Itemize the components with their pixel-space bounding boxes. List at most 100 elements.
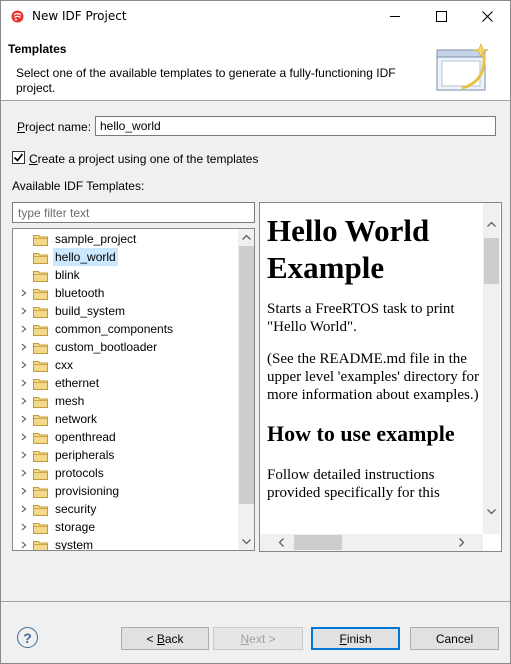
folder-icon xyxy=(33,251,49,264)
next-button-label: Next > xyxy=(240,631,276,646)
folder-icon xyxy=(33,395,49,408)
tree-item-hello-world[interactable]: hello_world xyxy=(13,248,238,266)
folder-icon xyxy=(33,359,49,372)
tree-item-peripherals[interactable]: peripherals xyxy=(13,446,238,464)
folder-icon xyxy=(33,341,49,354)
preview-content: Hello World Example Starts a FreeRTOS ta… xyxy=(260,203,483,534)
expand-chevron-icon[interactable] xyxy=(19,482,29,500)
title-bar: New IDF Project xyxy=(1,1,510,32)
tree-item-label: ethernet xyxy=(55,376,100,390)
scroll-left-icon[interactable] xyxy=(273,534,290,551)
scroll-down-icon[interactable] xyxy=(483,503,500,520)
folder-icon xyxy=(33,503,49,516)
folder-icon xyxy=(33,413,49,426)
preview-paragraph: Starts a FreeRTOS task to print "Hello W… xyxy=(267,301,455,335)
folder-icon xyxy=(33,467,49,480)
tree-vertical-scrollbar[interactable] xyxy=(238,229,255,550)
expand-chevron-icon[interactable] xyxy=(19,428,29,446)
tree-item-security[interactable]: security xyxy=(13,500,238,518)
preview-vertical-scrollbar[interactable] xyxy=(483,203,500,534)
expand-chevron-icon[interactable] xyxy=(19,518,29,536)
template-filter-input[interactable] xyxy=(12,202,255,223)
tree-item-ethernet[interactable]: ethernet xyxy=(13,374,238,392)
folder-icon xyxy=(33,305,49,318)
expand-chevron-icon[interactable] xyxy=(19,320,29,338)
tree-item-mesh[interactable]: mesh xyxy=(13,392,238,410)
tree-item-sample-project[interactable]: sample_project xyxy=(13,230,238,248)
help-button[interactable]: ? xyxy=(17,627,38,648)
tree-item-label: peripherals xyxy=(55,448,115,462)
tree-scroll-thumb[interactable] xyxy=(239,246,254,504)
tree-item-custom-bootloader[interactable]: custom_bootloader xyxy=(13,338,238,356)
scroll-right-icon[interactable] xyxy=(453,534,470,551)
preview-heading: Hello World Example xyxy=(267,213,430,285)
tree-item-label: provisioning xyxy=(55,484,120,498)
expand-chevron-icon[interactable] xyxy=(19,464,29,482)
page-title: Templates xyxy=(8,42,67,56)
project-name-input[interactable] xyxy=(95,116,496,136)
new-wizard-icon xyxy=(436,43,490,91)
tree-item-label: mesh xyxy=(55,394,85,408)
checkmark-icon xyxy=(13,153,24,162)
preview-scroll-thumb[interactable] xyxy=(484,238,499,284)
tree-item-protocols[interactable]: protocols xyxy=(13,464,238,482)
tree-item-network[interactable]: network xyxy=(13,410,238,428)
expand-chevron-icon[interactable] xyxy=(19,500,29,518)
minimize-button[interactable] xyxy=(372,1,418,32)
tree-item-label: storage xyxy=(55,520,96,534)
expand-chevron-icon[interactable] xyxy=(19,356,29,374)
close-icon xyxy=(481,11,493,22)
use-template-label[interactable]: Create a project using one of the templa… xyxy=(29,152,258,166)
tree-item-label: sample_project xyxy=(55,232,137,246)
use-template-label-rest: reate a project using one of the templat… xyxy=(37,152,259,166)
tree-item-openthread[interactable]: openthread xyxy=(13,428,238,446)
new-idf-project-dialog: New IDF Project Templates Select one of … xyxy=(0,0,511,664)
tree-item-label: bluetooth xyxy=(55,286,105,300)
expand-chevron-icon[interactable] xyxy=(19,392,29,410)
folder-icon xyxy=(33,377,49,390)
expand-chevron-icon[interactable] xyxy=(19,410,29,428)
scroll-down-icon[interactable] xyxy=(238,533,255,550)
expand-chevron-icon[interactable] xyxy=(19,284,29,302)
tree-item-build-system[interactable]: build_system xyxy=(13,302,238,320)
tree-item-bluetooth[interactable]: bluetooth xyxy=(13,284,238,302)
tree-item-label: security xyxy=(55,502,97,516)
tree-item-common-components[interactable]: common_components xyxy=(13,320,238,338)
project-name-label-rest: roject name: xyxy=(25,120,92,134)
back-button[interactable]: < Back xyxy=(121,627,209,650)
tree-item-label: protocols xyxy=(55,466,104,480)
tree-item-blink[interactable]: blink xyxy=(13,266,238,284)
folder-icon xyxy=(33,233,49,246)
tree-item-cxx[interactable]: cxx xyxy=(13,356,238,374)
template-tree[interactable]: system storage security provisioning protoco… xyxy=(12,228,255,551)
expand-chevron-icon[interactable] xyxy=(19,374,29,392)
tree-item-label: network xyxy=(55,412,98,426)
maximize-button[interactable] xyxy=(418,1,464,32)
tree-item-label: openthread xyxy=(55,430,116,444)
expand-chevron-icon[interactable] xyxy=(19,338,29,356)
template-readme-preview: Hello World Example Starts a FreeRTOS ta… xyxy=(259,202,502,552)
tree-item-provisioning[interactable]: provisioning xyxy=(13,482,238,500)
next-button[interactable]: Next > xyxy=(213,627,303,650)
expand-chevron-icon[interactable] xyxy=(19,446,29,464)
use-template-checkbox[interactable] xyxy=(12,151,25,164)
finish-button[interactable]: Finish xyxy=(311,627,400,650)
wizard-banner: Templates Select one of the available te… xyxy=(1,32,510,101)
tree-item-system[interactable]: system xyxy=(13,536,238,551)
project-name-label: Project name: xyxy=(17,120,92,134)
scroll-up-icon[interactable] xyxy=(483,216,500,233)
preview-horizontal-scrollbar[interactable] xyxy=(260,534,483,551)
tree-item-label: system xyxy=(55,538,94,551)
tree-item-storage[interactable]: storage xyxy=(13,518,238,536)
close-button[interactable] xyxy=(464,1,510,32)
cancel-button[interactable]: Cancel xyxy=(410,627,499,650)
scroll-up-icon[interactable] xyxy=(238,229,255,246)
preview-hscroll-thumb[interactable] xyxy=(294,535,342,550)
maximize-icon xyxy=(435,11,447,22)
tree-item-label: hello_world xyxy=(53,248,118,266)
folder-icon xyxy=(33,485,49,498)
button-bar-separator xyxy=(1,601,510,602)
expand-chevron-icon[interactable] xyxy=(19,536,29,550)
folder-icon xyxy=(33,521,49,534)
expand-chevron-icon[interactable] xyxy=(19,302,29,320)
